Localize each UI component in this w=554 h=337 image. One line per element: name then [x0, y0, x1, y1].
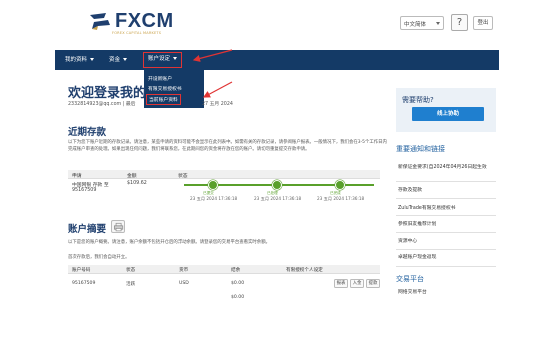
need-help-box: 需要帮助? 线上协助: [396, 88, 496, 132]
menu-item-open-new-account[interactable]: 开设新账户: [148, 75, 172, 82]
user-email: 2332814923@qq.com | 最后: [68, 102, 136, 107]
sidebar-link-label: 新保证金要求(自2024年04月26日起生效: [398, 165, 487, 170]
help-button[interactable]: ?: [451, 14, 468, 31]
nav-account-settings[interactable]: 账户设定: [143, 52, 183, 68]
col-balance: 结余: [231, 268, 241, 273]
deposit-amount: $109.62: [127, 181, 147, 186]
sidebar-link-referral[interactable]: 参照旧友推荐计划: [396, 216, 496, 233]
nav-label: 我的资料: [65, 57, 88, 63]
check-circle-icon: [335, 180, 345, 190]
account-currency: USD: [179, 281, 189, 286]
col-status: 状态: [126, 268, 136, 273]
chevron-down-icon: [90, 58, 95, 61]
account-summary-title: 账户摘要: [68, 224, 107, 235]
chevron-down-icon: [173, 57, 178, 60]
header: FXCM FOREX CAPITAL MARKETS 中文简体 ? 登出: [0, 0, 554, 50]
page-bottom-blank: [0, 299, 554, 337]
sidebar-link-margin-requirement[interactable]: 新保证金要求(自2024年04月26日起生效: [396, 160, 496, 182]
deposit-account-no: 95167509: [72, 188, 97, 193]
progress-step-date: 23 五月 2024 17:36:18: [254, 196, 302, 201]
account-summary-note: 首次存款后，我们会自动开立。: [68, 255, 130, 260]
sidebar-link-web-platform[interactable]: 网络交易平台: [396, 288, 496, 298]
account-status: 活跃: [126, 282, 136, 287]
chevron-down-icon: [123, 58, 128, 61]
nav-funds[interactable]: 资金: [109, 50, 128, 70]
progress-step-date: 23 五月 2024 17:36:18: [190, 196, 238, 201]
account-no: 95167509: [72, 281, 96, 286]
logo-tagline: FOREX CAPITAL MARKETS: [112, 31, 162, 35]
col-limited-auth: 有限授权个人设定: [286, 268, 323, 273]
sidebar-link-label: 存款及提款: [398, 188, 422, 193]
print-icon[interactable]: [111, 220, 125, 233]
account-settings-dropdown: 开设新账户 有限交易授权书 当前账户资料: [144, 70, 204, 108]
menu-item-limited-trading-authorization[interactable]: 有限交易授权书: [148, 85, 182, 92]
account-balance: $0.00: [231, 281, 245, 286]
nav-label: 账户设定: [148, 56, 171, 62]
col-account-no: 账户号码: [72, 268, 91, 273]
col-status: 状态: [178, 174, 188, 179]
sidebar-link-deposit-withdraw[interactable]: 存款及提款: [396, 182, 496, 199]
account-summary-intro: 以下是您的账户概要。请注意，账户余额不包括开仓后的浮动余额。请登录您的交易平台查…: [68, 240, 270, 245]
sidebar-link-label: 参照旧友推荐计划: [398, 222, 437, 227]
last-login-date: 27 五月 2024: [202, 102, 233, 107]
notice-links-title: 重要通知和链接: [396, 145, 445, 153]
nav-my-profile[interactable]: 我的资料: [65, 50, 95, 70]
sidebar-link-resources[interactable]: 资源中心: [396, 233, 496, 250]
trading-platform-title: 交易平台: [396, 275, 424, 283]
check-circle-icon: [272, 180, 282, 190]
col-amount: 金额: [127, 174, 137, 179]
fxcm-logo-icon: [88, 10, 112, 32]
need-help-title: 需要帮助?: [402, 96, 434, 104]
fxcm-logo[interactable]: FXCM: [88, 10, 174, 32]
menu-item-current-account-info[interactable]: 当前账户资料: [146, 94, 181, 105]
progress-step-date: 23 五月 2024 17:36:18: [317, 196, 365, 201]
chevron-down-icon: [436, 22, 440, 25]
deposit-account: 中国网银 存款 至: [72, 183, 109, 188]
check-circle-icon: [208, 180, 218, 190]
withdraw-button[interactable]: 提款: [366, 279, 380, 288]
sidebar-link-zulutrade[interactable]: ZuluTrade有限交易授权书: [396, 199, 496, 216]
main-nav: 我的资料 资金 账户设定: [55, 50, 499, 70]
sidebar-link-label: ZuluTrade有限交易授权书: [398, 206, 456, 211]
language-select[interactable]: 中文简体: [400, 16, 444, 30]
online-help-button[interactable]: 线上协助: [412, 107, 484, 121]
deposit-button[interactable]: 入金: [350, 279, 364, 288]
sidebar-link-label: 网络交易平台: [398, 290, 427, 295]
recent-deposits-title: 近期存款: [68, 127, 107, 138]
sidebar-link-label: 卓越账户现金返现: [398, 255, 437, 260]
sidebar-link-cashback[interactable]: 卓越账户现金返现: [396, 250, 496, 267]
col-apply: 申请: [72, 174, 82, 179]
col-currency: 货币: [179, 268, 189, 273]
deposits-intro: 以下为您下账户近期的存款记录。请注意，某些申请的资料可能不会显示在此列表中。如需…: [68, 140, 387, 152]
language-value: 中文简体: [404, 22, 427, 28]
logout-button[interactable]: 登出: [473, 16, 493, 30]
table-header: 申请 金额 状态: [68, 170, 380, 179]
logo-text: FXCM: [115, 10, 174, 32]
page-title: 欢迎登录我的: [68, 86, 147, 101]
nav-label: 资金: [109, 57, 121, 63]
sidebar-link-label: 资源中心: [398, 239, 418, 244]
table-header: 账户号码 状态 货币 结余 有限授权个人设定: [68, 265, 380, 274]
report-button[interactable]: 报表: [334, 279, 348, 288]
